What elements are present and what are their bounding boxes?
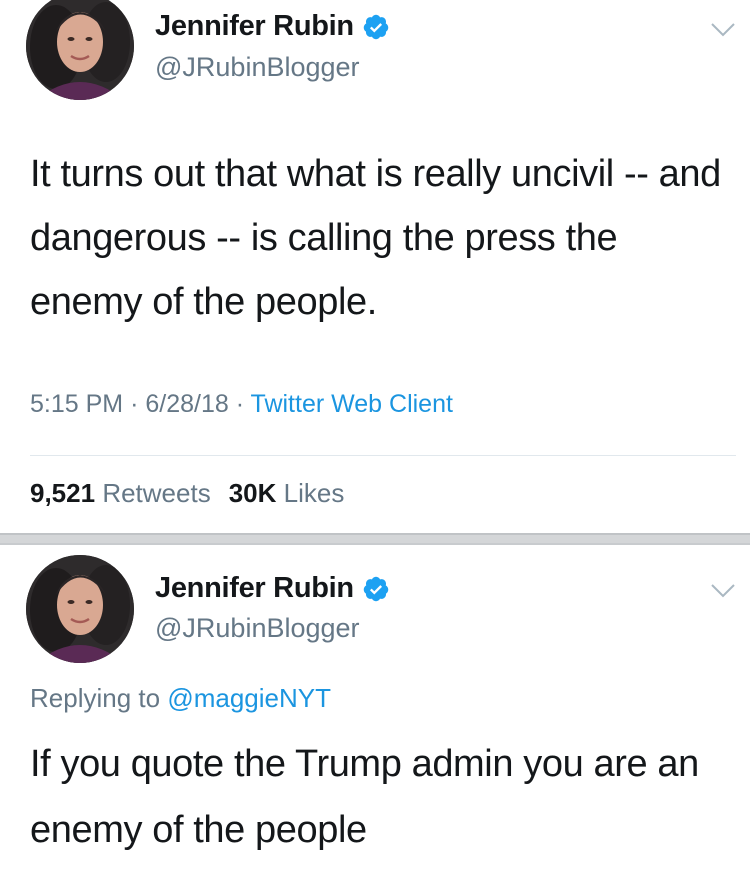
retweets-stat[interactable]: 9,521 Retweets [30, 478, 211, 508]
author-row: Jennifer Rubin [155, 10, 390, 43]
retweets-label: Retweets [102, 478, 211, 508]
tweet-text: If you quote the Trump admin you are an … [30, 743, 699, 851]
avatar[interactable] [26, 0, 134, 100]
tweet-original[interactable]: Jennifer Rubin @JRubinBlogger It turns o… [0, 0, 750, 533]
author-name[interactable]: Jennifer Rubin [155, 10, 354, 43]
screenshot-separator [0, 533, 750, 545]
tweet-source-link[interactable]: Twitter Web Client [251, 390, 453, 418]
likes-count: 30K [228, 478, 277, 508]
author-handle[interactable]: @JRubinBlogger [155, 52, 360, 83]
meta-separator: · [235, 390, 245, 418]
verified-badge-icon [363, 576, 389, 601]
likes-stat[interactable]: 30K Likes [229, 478, 345, 508]
likes-label: Likes [283, 478, 345, 508]
author-name[interactable]: Jennifer Rubin [155, 572, 354, 605]
tweet-meta: 5:15 PM · 6/28/18 · Twitter Web Client [30, 390, 453, 419]
author-handle[interactable]: @JRubinBlogger [155, 613, 360, 644]
retweets-count: 9,521 [30, 478, 96, 508]
chevron-down-icon[interactable] [710, 22, 736, 38]
mention-link[interactable]: @maggieNYT [167, 683, 331, 713]
avatar[interactable] [26, 555, 134, 663]
divider [30, 455, 736, 456]
tweet-stats: 9,521 Retweets 30K Likes [30, 478, 344, 509]
tweet-time[interactable]: 5:15 PM [30, 390, 123, 418]
tweet-date[interactable]: 6/28/18 [145, 390, 228, 418]
replying-to: Replying to @maggieNYT [30, 683, 331, 714]
chevron-down-icon[interactable] [710, 583, 736, 599]
replying-label: Replying to [30, 683, 161, 713]
tweet-reply[interactable]: Jennifer Rubin @JRubinBlogger Replying t… [0, 545, 750, 890]
author-row: Jennifer Rubin [155, 572, 390, 605]
meta-separator: · [130, 390, 139, 418]
verified-badge-icon [363, 14, 389, 39]
tweet-text: It turns out that what is really uncivil… [30, 153, 721, 323]
